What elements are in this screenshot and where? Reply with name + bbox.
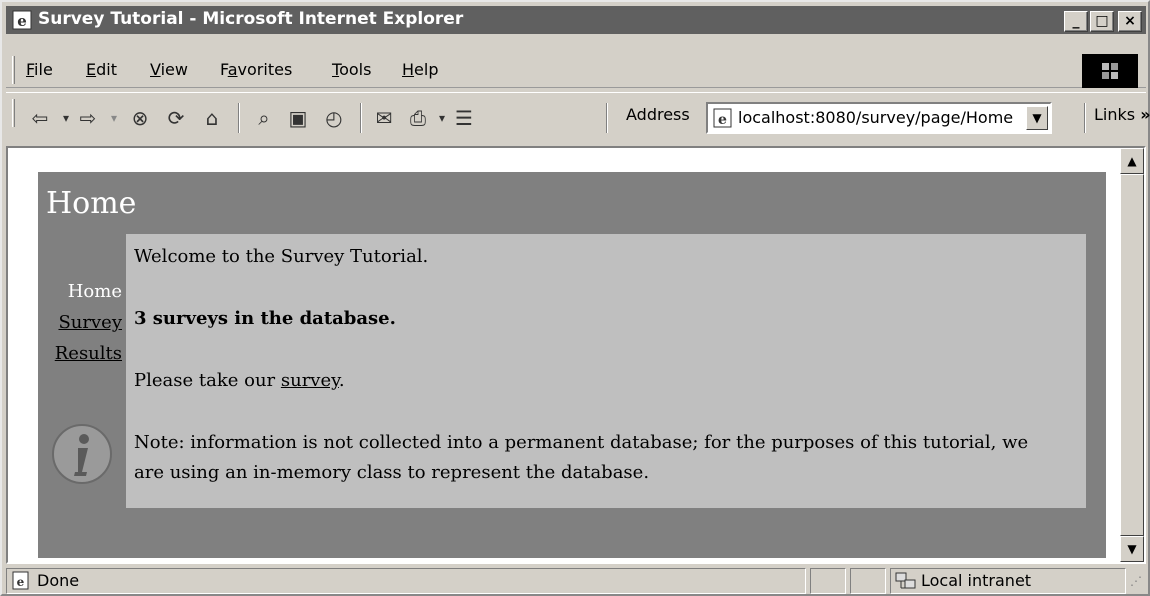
status-panel-empty	[810, 568, 846, 594]
nav-link-survey[interactable]: Survey	[42, 307, 122, 338]
stop-icon[interactable]: ⊗	[128, 106, 152, 130]
take-survey-text: Please take our survey.	[134, 370, 345, 391]
scroll-up-button[interactable]: ▲	[1120, 148, 1144, 174]
welcome-text: Welcome to the Survey Tutorial.	[134, 246, 429, 267]
ie-logo-icon: e	[12, 10, 32, 30]
search-icon[interactable]: ⌕	[252, 106, 276, 130]
nav-link-results[interactable]: Results	[42, 338, 122, 369]
address-dropdown-button[interactable]: ▼	[1026, 106, 1048, 130]
menu-help[interactable]: Help	[402, 60, 438, 79]
print-icon[interactable]: ⎙	[406, 106, 430, 130]
back-icon[interactable]: ⇦	[28, 106, 52, 130]
standard-toolbar: ⇦ ▾ ⇨ ▾ ⊗ ⟳ ⌂ ⌕ ▣ ◴ ✉ ⎙ ▾ ☰ Address e lo…	[6, 92, 1150, 140]
status-bar: e Done Local intranet ⋰	[6, 568, 1146, 594]
svg-text:e: e	[17, 12, 27, 30]
page-viewport: Home Home Survey Results Welcome to the …	[6, 146, 1146, 564]
zone-text: Local intranet	[921, 571, 1032, 590]
toolbar-separator	[238, 103, 240, 133]
refresh-icon[interactable]: ⟳	[164, 106, 188, 130]
svg-text:e: e	[17, 575, 25, 589]
nav-menu: Home Survey Results	[42, 276, 122, 369]
edit-icon[interactable]: ☰	[452, 106, 476, 130]
page-ie-icon: e	[713, 108, 732, 128]
status-text: Done	[37, 571, 80, 590]
scroll-thumb[interactable]	[1120, 174, 1144, 536]
menu-file[interactable]: File	[26, 60, 53, 79]
toolbar-separator	[360, 103, 362, 133]
intranet-icon	[895, 572, 916, 589]
minimize-button[interactable]: _	[1064, 11, 1088, 32]
info-icon	[52, 424, 112, 484]
survey-count: 3 surveys in the database.	[134, 308, 396, 329]
note-text: Note: information is not collected into …	[134, 432, 1029, 483]
status-panel-empty	[850, 568, 886, 594]
address-label: Address	[626, 105, 690, 124]
page-body: Home Home Survey Results Welcome to the …	[38, 172, 1106, 558]
menu-edit[interactable]: Edit	[86, 60, 117, 79]
toolbar-grip[interactable]	[12, 99, 15, 127]
resize-grip[interactable]: ⋰	[1130, 574, 1144, 590]
content-panel: Welcome to the Survey Tutorial. 3 survey…	[126, 234, 1086, 508]
browser-window: e Survey Tutorial - Microsoft Internet E…	[0, 0, 1150, 596]
favorites-icon[interactable]: ▣	[286, 106, 310, 130]
svg-text:e: e	[718, 112, 727, 128]
address-bar[interactable]: e localhost:8080/survey/page/Home ▼	[706, 102, 1052, 134]
window-title: Survey Tutorial - Microsoft Internet Exp…	[38, 9, 464, 29]
page-title: Home	[46, 186, 137, 221]
menu-view[interactable]: View	[150, 60, 188, 79]
toolbar-separator	[606, 103, 608, 133]
title-bar[interactable]: e Survey Tutorial - Microsoft Internet E…	[6, 6, 1146, 34]
survey-link[interactable]: survey	[281, 370, 339, 391]
links-button[interactable]: Links »	[1094, 105, 1150, 124]
menu-grip[interactable]	[12, 56, 15, 84]
print-dropdown-icon[interactable]: ▾	[430, 106, 454, 130]
history-icon[interactable]: ◴	[322, 106, 346, 130]
status-panel: e Done	[6, 568, 806, 594]
back-dropdown-icon[interactable]: ▾	[54, 106, 78, 130]
windows-logo-icon	[1082, 54, 1138, 88]
page-done-icon: e	[12, 571, 29, 590]
menu-favorites[interactable]: Favorites	[220, 60, 292, 79]
zone-panel: Local intranet	[890, 568, 1126, 594]
menu-bar: File Edit View Favorites Tools Help	[6, 50, 1146, 88]
forward-dropdown-icon[interactable]: ▾	[102, 106, 126, 130]
close-button[interactable]: ×	[1118, 11, 1142, 32]
maximize-button[interactable]: □	[1090, 11, 1114, 32]
forward-icon[interactable]: ⇨	[76, 106, 100, 130]
home-icon[interactable]: ⌂	[200, 106, 224, 130]
nav-item-home: Home	[67, 281, 122, 302]
scroll-down-button[interactable]: ▼	[1120, 536, 1144, 562]
menu-tools[interactable]: Tools	[332, 60, 371, 79]
mail-icon[interactable]: ✉	[372, 106, 396, 130]
address-input[interactable]: localhost:8080/survey/page/Home	[738, 108, 1013, 127]
toolbar-separator	[1084, 103, 1086, 133]
vertical-scrollbar[interactable]: ▲ ▼	[1120, 148, 1144, 562]
